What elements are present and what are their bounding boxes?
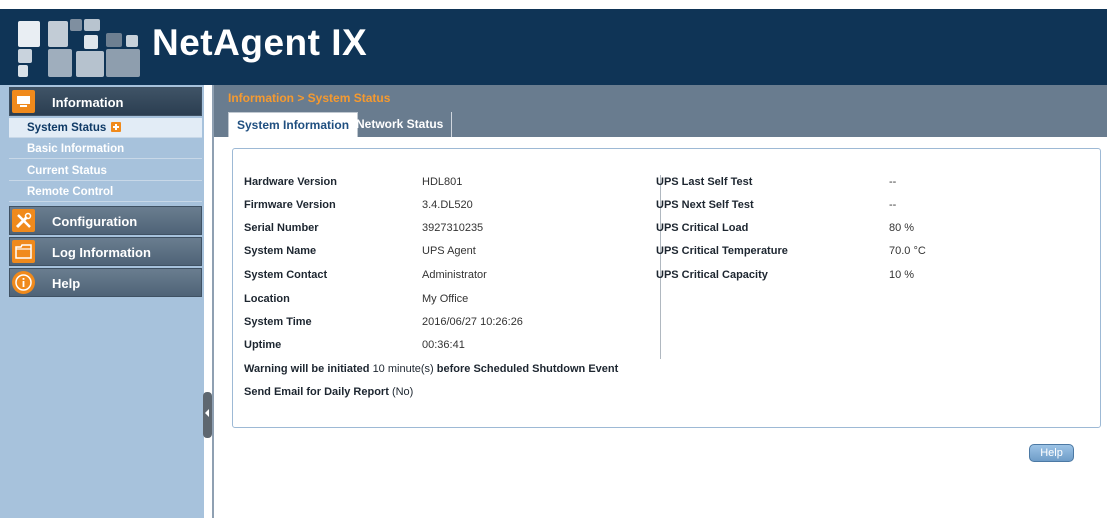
ups-critical-temperature-label: UPS Critical Temperature — [656, 245, 788, 257]
ups-critical-capacity-label: UPS Critical Capacity — [656, 269, 768, 281]
nav-section-label: Help — [52, 276, 81, 291]
daily-report-label: Send Email for Daily Report — [244, 386, 389, 398]
ups-critical-load-value: 80 % — [889, 222, 915, 234]
system-contact-label: System Contact — [244, 269, 328, 281]
system-time-value: 2016/06/27 10:26:26 — [422, 316, 523, 328]
info-icon — [12, 271, 35, 294]
warning-value: 10 minute(s) — [372, 363, 434, 375]
sidebar-item-label: Remote Control — [27, 186, 114, 198]
sidebar-item-system-status[interactable]: System Status — [9, 118, 202, 138]
serial-number-value: 3927310235 — [422, 222, 484, 234]
ups-critical-capacity-value: 10 % — [889, 269, 915, 281]
nav-section-help[interactable]: Help — [9, 268, 202, 297]
breadcrumb: Information > System Status — [228, 91, 391, 105]
netagent-logo — [14, 13, 150, 81]
serial-number-label: Serial Number — [244, 222, 319, 234]
sidebar-collapse-handle[interactable] — [203, 392, 212, 438]
system-name-value: UPS Agent — [422, 245, 476, 257]
monitor-icon — [12, 90, 35, 113]
system-info-panel: Hardware Version HDL801 Firmware Version… — [232, 148, 1101, 428]
system-name-label: System Name — [244, 245, 317, 257]
ups-critical-load-label: UPS Critical Load — [656, 222, 749, 234]
ups-last-self-test-label: UPS Last Self Test — [656, 176, 753, 188]
folder-icon — [12, 240, 35, 263]
system-time-label: System Time — [244, 316, 312, 328]
app-header: NetAgent IX — [0, 9, 1107, 85]
ups-next-self-test-label: UPS Next Self Test — [656, 199, 754, 211]
nav-section-information[interactable]: Information — [9, 87, 202, 116]
tab-network-status[interactable]: Network Status — [348, 112, 453, 137]
nav-section-log-information[interactable]: Log Information — [9, 237, 202, 266]
hardware-version-value: HDL801 — [422, 176, 463, 188]
firmware-version-label: Firmware Version — [244, 199, 336, 211]
plus-icon — [111, 122, 122, 132]
nav-section-label: Log Information — [52, 245, 151, 260]
ups-last-self-test-value: -- — [889, 176, 897, 188]
ups-critical-temperature-value: 70.0 °C — [889, 245, 926, 257]
tab-system-information[interactable]: System Information — [228, 112, 359, 137]
main-content: Information > System Status System Infor… — [214, 85, 1107, 518]
system-contact-value: Administrator — [422, 269, 487, 281]
nav-section-label: Configuration — [52, 214, 138, 229]
location-value: My Office — [422, 293, 469, 305]
sidebar-item-basic-information[interactable]: Basic Information — [9, 139, 202, 159]
product-title: NetAgent IX — [152, 22, 368, 63]
help-button[interactable]: Help — [1029, 444, 1074, 462]
uptime-label: Uptime — [244, 339, 282, 351]
sidebar-item-label: Basic Information — [27, 143, 125, 155]
uptime-value: 00:36:41 — [422, 339, 465, 351]
firmware-version-value: 3.4.DL520 — [422, 199, 473, 211]
sidebar-item-label: Current Status — [27, 165, 107, 177]
location-label: Location — [244, 293, 290, 305]
arrow-left-icon — [205, 409, 209, 417]
content-header-band: Information > System Status System Infor… — [214, 85, 1107, 137]
tools-icon — [12, 209, 35, 232]
daily-report-value: (No) — [391, 386, 414, 398]
hardware-version-label: Hardware Version — [244, 176, 337, 188]
sidebar-item-current-status[interactable]: Current Status — [9, 161, 202, 181]
warning-suffix: before Scheduled Shutdown Event — [436, 363, 619, 375]
nav-section-label: Information — [52, 95, 124, 110]
ups-next-self-test-value: -- — [889, 199, 897, 211]
sidebar-item-label: System Status — [27, 122, 107, 134]
shutdown-warning-text: Warning will be initiated 10 minute(s) b… — [244, 363, 618, 375]
warning-prefix: Warning will be initiated — [244, 363, 370, 375]
nav-section-configuration[interactable]: Configuration — [9, 206, 202, 235]
daily-report-text: Send Email for Daily Report (No) — [244, 386, 413, 398]
sidebar-item-remote-control[interactable]: Remote Control — [9, 182, 202, 202]
